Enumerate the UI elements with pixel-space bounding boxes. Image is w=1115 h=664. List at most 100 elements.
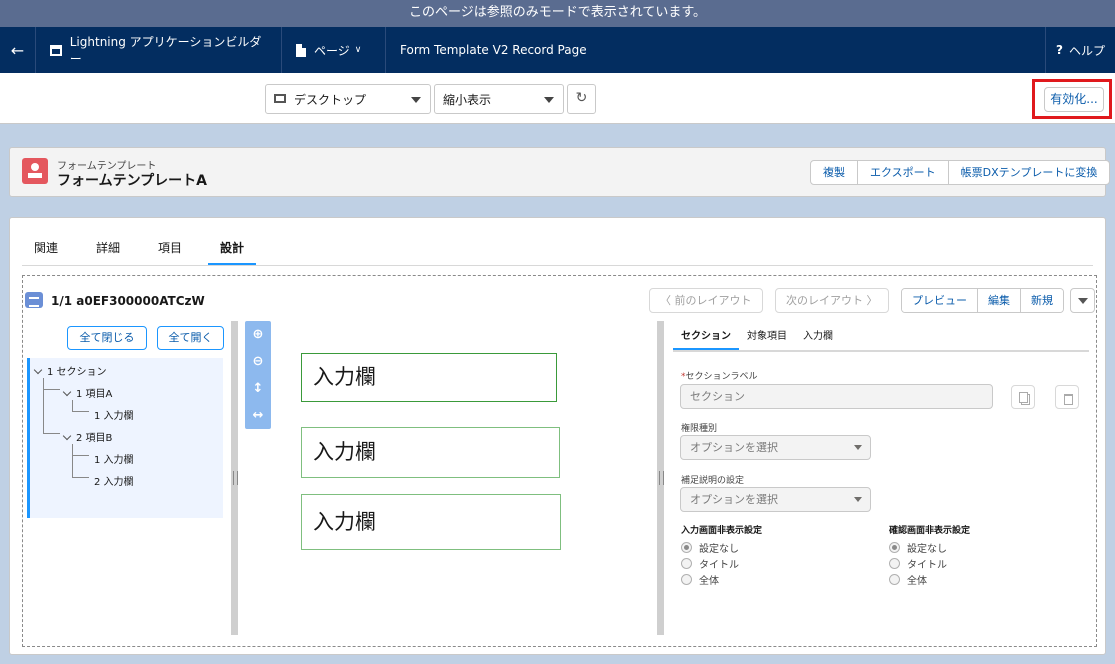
- confirm-hide-option-title[interactable]: タイトル: [889, 556, 947, 571]
- tree-connector: [43, 390, 60, 434]
- section-label-input[interactable]: セクション: [680, 384, 993, 409]
- help-button[interactable]: ? ヘルプ: [1045, 27, 1115, 73]
- convert-template-button[interactable]: 帳票DXテンプレートに変換: [949, 161, 1110, 184]
- prev-layout-label: 前のレイアウト: [674, 294, 752, 307]
- app-builder-icon: [50, 44, 62, 56]
- export-button[interactable]: エクスポート: [858, 161, 949, 184]
- canvas-input-field[interactable]: 入力欄: [301, 353, 557, 402]
- prop-tab-input[interactable]: 入力欄: [795, 321, 841, 350]
- structure-tree: 1 セクション 1 項目A 1 入力欄 2 項目B 1 入力欄 2 入力欄: [27, 358, 223, 518]
- next-layout-label: 次のレイアウト: [786, 294, 863, 307]
- tab-related[interactable]: 関連: [22, 232, 70, 265]
- tree-item-label: 1 入力欄: [94, 411, 134, 422]
- collapse-all-button[interactable]: 全て閉じる: [67, 326, 147, 350]
- radio-label: 設定なし: [699, 544, 739, 555]
- next-layout-button[interactable]: 次のレイアウト 〉: [775, 288, 889, 313]
- input-hide-option-none[interactable]: 設定なし: [681, 540, 739, 555]
- radio-icon: [681, 574, 692, 585]
- builder-toolbar: デスクトップ 縮小表示 ↻ 有効化...: [0, 73, 1115, 124]
- fit-height-icon[interactable]: ↕: [245, 375, 271, 402]
- section-label-label: *セクションラベル: [681, 372, 758, 382]
- back-button[interactable]: ←: [0, 27, 36, 73]
- input-hide-title: 入力画面非表示設定: [681, 526, 763, 536]
- page-icon: [296, 43, 306, 57]
- form-designer-component[interactable]: 1/1 a0EF300000ATCzW 〈 前のレイアウト 次のレイアウト 〉 …: [22, 275, 1097, 647]
- question-icon: ?: [1056, 43, 1063, 57]
- right-resize-handle[interactable]: [657, 321, 664, 635]
- confirm-hide-option-all[interactable]: 全体: [889, 572, 927, 587]
- activate-highlight: 有効化...: [1032, 79, 1112, 119]
- radio-icon: [889, 542, 900, 553]
- prop-tab-target-field[interactable]: 対象項目: [739, 321, 795, 350]
- radio-icon: [681, 542, 692, 553]
- supplement-setting-label: 補足説明の設定: [681, 476, 745, 486]
- edit-button[interactable]: 編集: [978, 289, 1021, 312]
- form-template-icon: [22, 158, 48, 184]
- record-tabs: 関連 詳細 項目 設計: [22, 232, 1093, 266]
- fit-width-icon[interactable]: ↔: [245, 402, 271, 429]
- component-title: 1/1 a0EF300000ATCzW: [51, 294, 205, 308]
- input-hide-option-all[interactable]: 全体: [681, 572, 719, 587]
- help-label: ヘルプ: [1068, 43, 1105, 58]
- component-actions: プレビュー 編集 新規: [901, 288, 1064, 313]
- tree-item-label: 2 入力欄: [94, 477, 134, 488]
- activate-button[interactable]: 有効化...: [1044, 87, 1104, 112]
- tree-connector: [72, 400, 89, 412]
- expand-all-button[interactable]: 全て開く: [157, 326, 224, 350]
- permission-type-select[interactable]: オプションを選択: [680, 435, 871, 460]
- prev-layout-button[interactable]: 〈 前のレイアウト: [649, 288, 763, 313]
- prop-tab-section[interactable]: セクション: [673, 321, 739, 350]
- view-select[interactable]: 縮小表示: [434, 84, 564, 114]
- new-button[interactable]: 新規: [1021, 289, 1063, 312]
- app-name: Lightning アプリケーションビルダー: [36, 27, 282, 73]
- record-actions: 複製 エクスポート 帳票DXテンプレートに変換: [810, 160, 1111, 185]
- zoom-out-icon[interactable]: ⊖: [245, 348, 271, 375]
- input-hide-option-title[interactable]: タイトル: [681, 556, 739, 571]
- tree-item-label: 1 セクション: [47, 367, 107, 378]
- caret-down-icon: [854, 445, 862, 450]
- tree-item-field-a[interactable]: 1 項目A: [62, 385, 112, 400]
- copy-icon[interactable]: [1011, 385, 1035, 409]
- chevron-right-icon: 〉: [863, 294, 878, 307]
- tree-item-input-1[interactable]: 1 入力欄: [94, 407, 134, 422]
- page-menu-label: ページ: [314, 43, 350, 58]
- record-header: フォームテンプレート フォームテンプレートA 複製 エクスポート 帳票DXテンプ…: [9, 147, 1111, 197]
- view-select-value: 縮小表示: [443, 92, 492, 107]
- tree-item-input-1[interactable]: 1 入力欄: [94, 451, 134, 466]
- refresh-button[interactable]: ↻: [567, 84, 596, 114]
- tab-details[interactable]: 詳細: [84, 232, 132, 265]
- device-select[interactable]: デスクトップ: [265, 84, 431, 114]
- tree-item-field-b[interactable]: 2 項目B: [62, 429, 113, 444]
- canvas-input-field[interactable]: 入力欄: [301, 494, 561, 550]
- tree-connector: [43, 378, 60, 390]
- more-actions-button[interactable]: [1070, 288, 1095, 313]
- properties-panel: セクション 対象項目 入力欄 *セクションラベル セクション 権限種別 オプショ…: [673, 321, 1093, 635]
- zoom-toolbar: ⊕ ⊖ ↕ ↔: [245, 321, 271, 429]
- radio-icon: [681, 558, 692, 569]
- tab-fields[interactable]: 項目: [146, 232, 194, 265]
- tab-design[interactable]: 設計: [208, 232, 257, 265]
- tree-item-label: 1 入力欄: [94, 455, 134, 466]
- read-only-banner: このページは参照のみモードで表示されています。: [0, 0, 1115, 27]
- caret-down-icon: [411, 97, 421, 103]
- top-nav: ← Lightning アプリケーションビルダー ページ ∨ Form Temp…: [0, 27, 1115, 73]
- confirm-hide-option-none[interactable]: 設定なし: [889, 540, 947, 555]
- supplement-setting-select[interactable]: オプションを選択: [680, 487, 871, 512]
- zoom-in-icon[interactable]: ⊕: [245, 321, 271, 348]
- refresh-icon: ↻: [575, 90, 588, 106]
- chevron-left-icon: 〈: [660, 294, 675, 307]
- tree-item-input-2[interactable]: 2 入力欄: [94, 473, 134, 488]
- trash-icon[interactable]: [1055, 385, 1079, 409]
- canvas-input-field[interactable]: 入力欄: [301, 427, 560, 478]
- tree-item-section-1[interactable]: 1 セクション: [33, 363, 107, 378]
- confirm-hide-title: 確認画面非表示設定: [889, 526, 971, 536]
- page-menu-button[interactable]: ページ ∨: [282, 27, 386, 73]
- tree-connector: [72, 456, 89, 478]
- preview-button[interactable]: プレビュー: [902, 289, 978, 312]
- left-resize-handle[interactable]: [231, 321, 238, 635]
- duplicate-button[interactable]: 複製: [811, 161, 858, 184]
- arrow-left-icon: ←: [10, 40, 25, 60]
- radio-label: タイトル: [699, 560, 739, 571]
- app-name-label: Lightning アプリケーションビルダー: [69, 35, 262, 66]
- tree-item-label: 2 項目B: [76, 433, 113, 444]
